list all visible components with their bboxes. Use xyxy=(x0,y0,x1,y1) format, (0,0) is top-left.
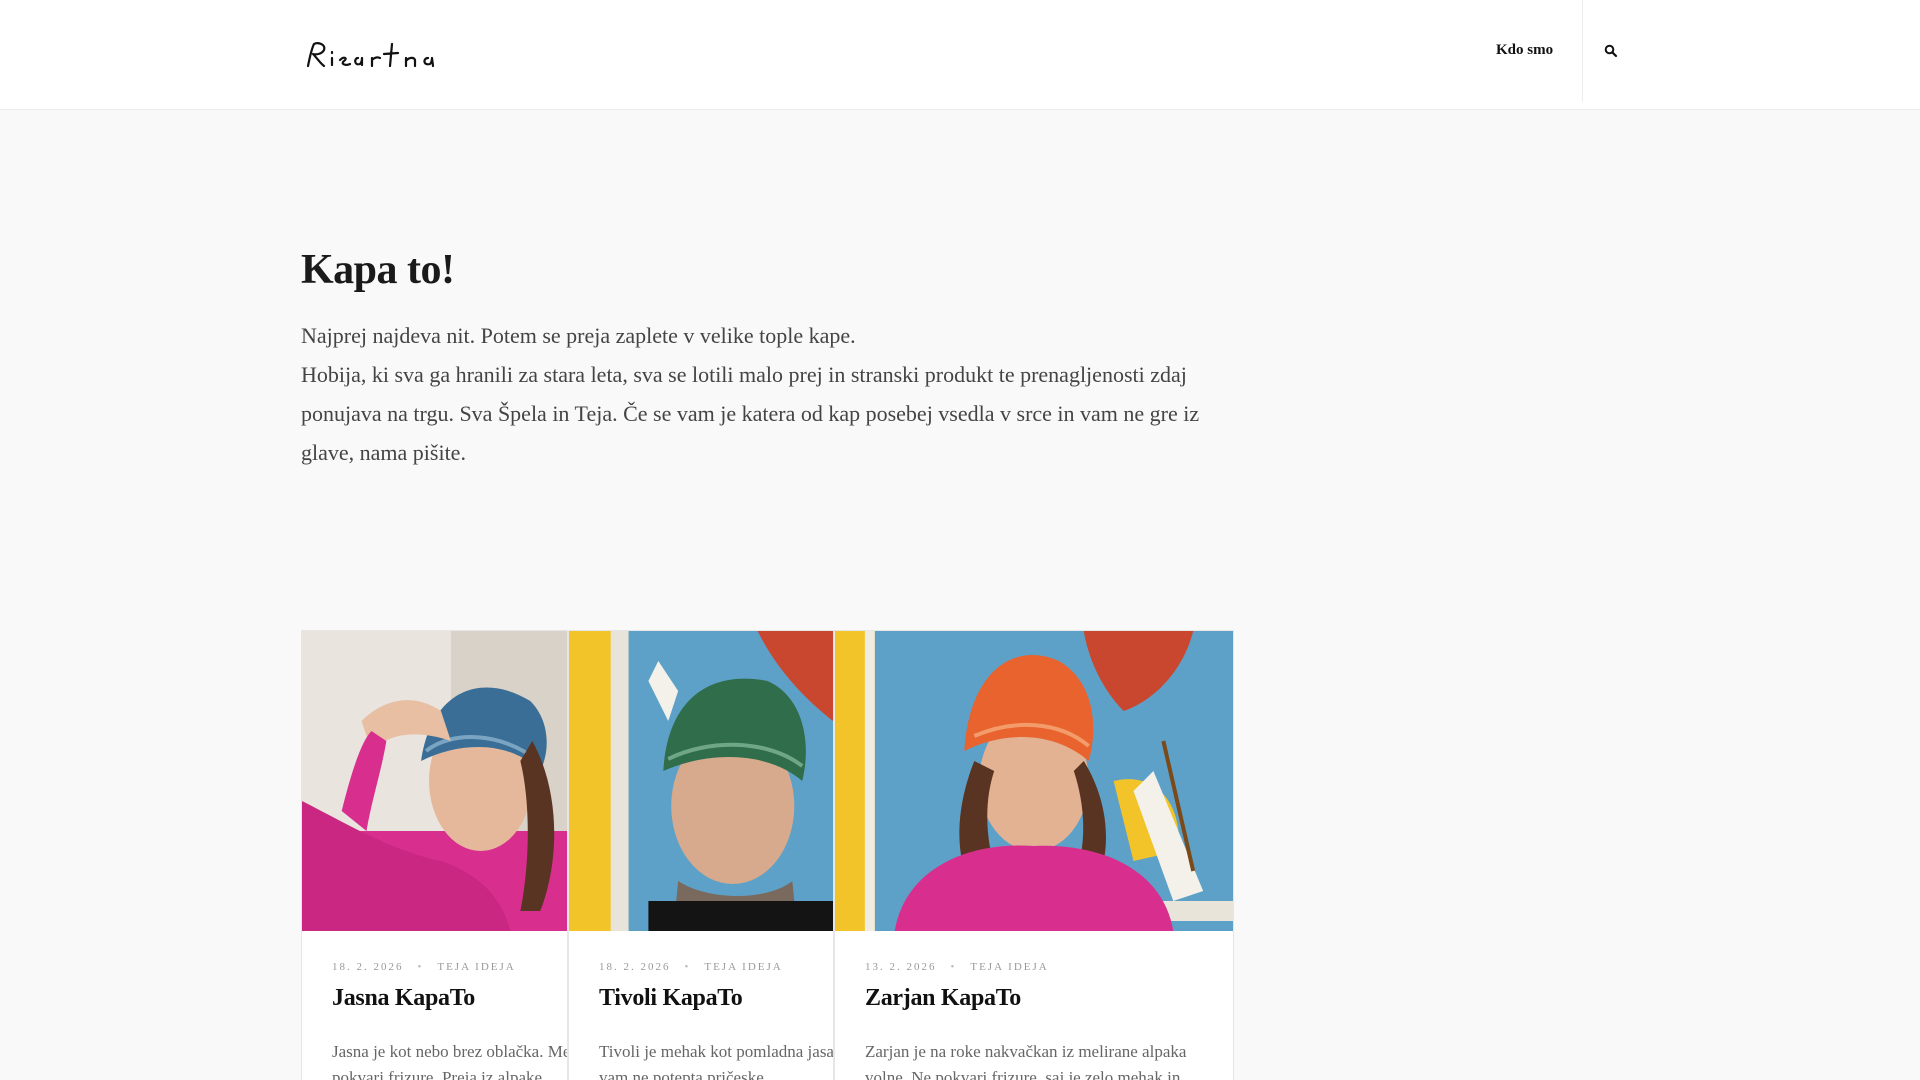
intro-text: Najprej najdeva nit. Potem se preja zapl… xyxy=(301,316,1241,472)
post-meta: 18. 2. 2026 • TEJA IDEJA xyxy=(599,961,783,973)
post-card[interactable]: 18. 2. 2026 • TEJA IDEJA Jasna KapaTo Jasn… xyxy=(301,630,568,1080)
meta-separator: • xyxy=(417,961,424,973)
post-card[interactable]: 18. 2. 2026 • TEJA IDEJA Tivoli KapaTo Tiv… xyxy=(568,630,834,1080)
post-date: 18. 2. 2026 xyxy=(599,961,671,973)
post-image[interactable] xyxy=(835,631,1233,931)
nav-kdo-smo[interactable]: Kdo smo xyxy=(1496,42,1553,59)
post-date: 18. 2. 2026 xyxy=(332,961,404,973)
post-image[interactable] xyxy=(302,631,567,931)
post-category[interactable]: TEJA IDEJA xyxy=(704,961,782,973)
post-card[interactable]: 13. 2. 2026 • TEJA IDEJA Zarjan KapaTo Zar… xyxy=(834,630,1234,1080)
post-excerpt: Jasna je kot nebo brez oblačka. Mehka je… xyxy=(332,1042,567,1080)
man-green-hat-photo xyxy=(569,631,833,931)
post-excerpt: Tivoli je mehak kot pomladna jasa in je … xyxy=(599,1042,834,1080)
site-header: Kdo smo xyxy=(0,0,1920,110)
post-image[interactable] xyxy=(569,631,833,931)
nav-divider xyxy=(1582,0,1583,102)
woman-orange-hat-photo xyxy=(835,631,1233,931)
meta-separator: • xyxy=(950,961,957,973)
meta-separator: • xyxy=(684,961,691,973)
post-title[interactable]: Tivoli KapaTo xyxy=(599,985,743,1012)
post-date: 13. 2. 2026 xyxy=(865,961,937,973)
intro-paragraph-2: Hobija, ki sva ga hranili za stara leta,… xyxy=(301,362,1200,465)
post-meta: 18. 2. 2026 • TEJA IDEJA xyxy=(332,961,516,973)
intro-paragraph-1: Najprej najdeva nit. Potem se preja zapl… xyxy=(301,323,856,348)
post-category[interactable]: TEJA IDEJA xyxy=(970,961,1048,973)
post-title[interactable]: Zarjan KapaTo xyxy=(865,985,1021,1012)
woman-blue-hat-photo xyxy=(302,631,567,931)
search-icon xyxy=(1604,44,1618,58)
search-button[interactable] xyxy=(1604,44,1618,60)
post-title[interactable]: Jasna KapaTo xyxy=(332,985,475,1012)
post-category[interactable]: TEJA IDEJA xyxy=(437,961,515,973)
site-logo[interactable] xyxy=(302,36,497,76)
post-meta: 13. 2. 2026 • TEJA IDEJA xyxy=(865,961,1049,973)
logo-script-icon xyxy=(306,42,435,68)
posts-grid: 18. 2. 2026 • TEJA IDEJA Jasna KapaTo Jasn… xyxy=(301,630,1234,1080)
post-excerpt: Zarjan je na roke nakvačkan iz melirane … xyxy=(865,1042,1187,1080)
page-title: Kapa to! xyxy=(301,247,455,293)
